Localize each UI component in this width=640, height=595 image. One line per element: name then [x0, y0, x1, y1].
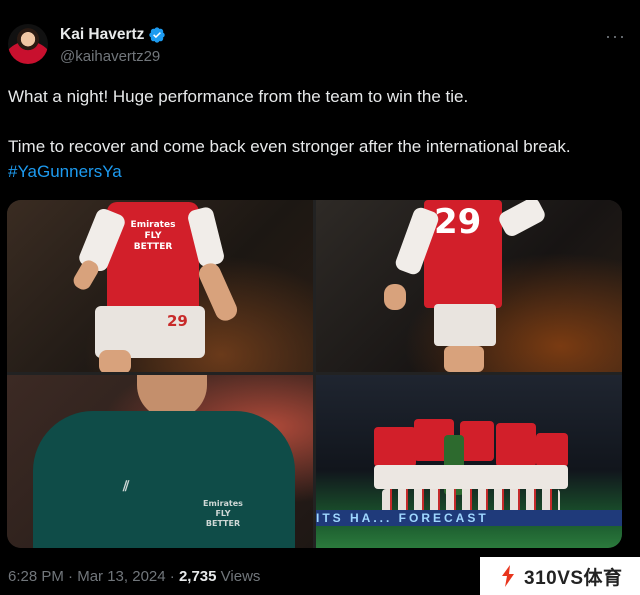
- photo-1[interactable]: Emirates FLY BETTER 29: [7, 200, 313, 372]
- shorts-number: 29: [167, 312, 188, 330]
- jacket-sponsor: Emirates FLY BETTER: [203, 499, 243, 528]
- verified-badge-icon: [149, 27, 166, 43]
- display-name[interactable]: Kai Havertz: [60, 26, 144, 44]
- user-handle[interactable]: @kaihavertz29: [60, 48, 160, 65]
- huddle-player: [374, 427, 416, 467]
- shirt-number: 29: [434, 202, 482, 242]
- photo-4[interactable]: ITS HA... FORECAST: [316, 375, 622, 548]
- media-grid: Emirates FLY BETTER 29 29 Emirates FLY B…: [7, 200, 622, 548]
- advertising-board: ITS HA... FORECAST: [316, 510, 622, 526]
- tweet-line-1: What a night! Huge performance from the …: [8, 87, 469, 106]
- flame-s-logo-icon: [502, 565, 514, 587]
- meta-separator: ·: [68, 568, 74, 585]
- huddle-player: [536, 433, 568, 467]
- tweet-line-2-text: Time to recover and come back even stron…: [8, 137, 571, 156]
- watermark: 310VS体育: [480, 557, 640, 595]
- adidas-logo-icon: ⫽: [123, 479, 130, 495]
- white-shorts-row: [374, 465, 568, 489]
- shirt-sponsor: Emirates FLY BETTER: [130, 220, 176, 252]
- huddle-player: [460, 421, 494, 461]
- views-label: Views: [220, 568, 261, 585]
- white-shorts: [434, 304, 496, 346]
- white-sleeve: [496, 200, 548, 239]
- tweet-text: What a night! Huge performance from the …: [8, 84, 608, 184]
- huddle-player: [496, 423, 536, 467]
- tweet-header: Kai Havertz @kaihavertz29 ···: [8, 20, 626, 72]
- views-count: 2,735: [178, 568, 217, 585]
- tweet-line-2: Time to recover and come back even stron…: [8, 134, 608, 184]
- photo-2[interactable]: 29: [316, 200, 622, 372]
- green-jacket: [33, 411, 295, 548]
- hashtag-link[interactable]: #YaGunnersYa: [8, 162, 122, 181]
- watermark-text: 310VS体育: [524, 567, 623, 589]
- tweet-meta: 6:28 PM · Mar 13, 2024 · 2,735 Views: [8, 568, 260, 585]
- tweet-time[interactable]: 6:28 PM: [8, 568, 64, 585]
- avatar[interactable]: [8, 24, 48, 64]
- meta-separator: ·: [169, 568, 175, 585]
- tweet-date[interactable]: Mar 13, 2024: [77, 568, 165, 585]
- leg: [444, 346, 484, 372]
- name-row: Kai Havertz: [60, 26, 166, 44]
- photo-3[interactable]: Emirates FLY BETTER ⫽: [7, 375, 313, 548]
- more-options-icon[interactable]: ···: [605, 26, 626, 47]
- hand: [384, 284, 406, 310]
- leg: [99, 350, 131, 372]
